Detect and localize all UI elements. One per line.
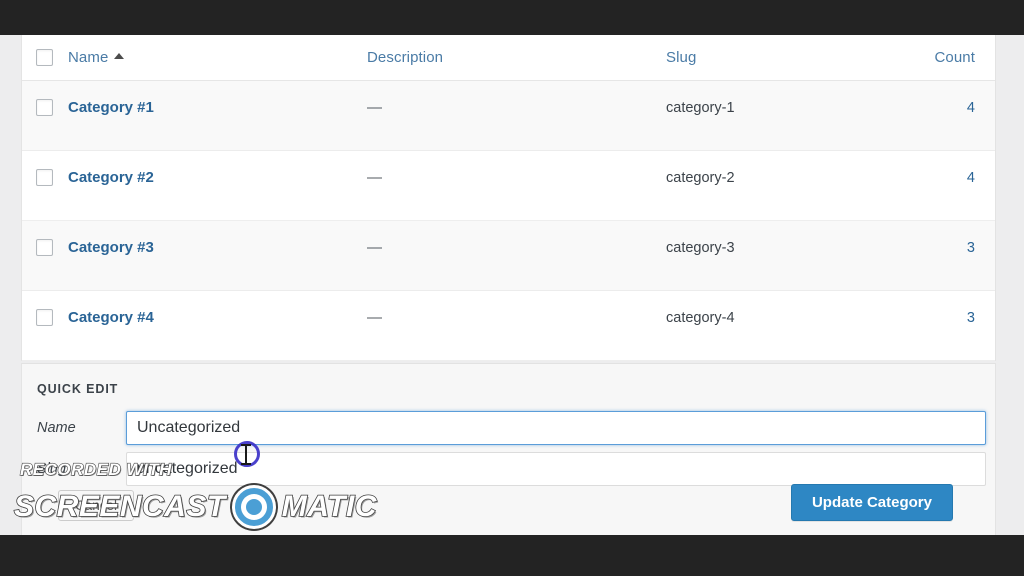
count-link[interactable]: 4 <box>967 100 975 116</box>
row-count-cell: 3 <box>906 309 997 327</box>
column-header-name-label: Name <box>68 48 109 66</box>
column-header-name[interactable]: Name <box>68 49 367 67</box>
row-checkbox[interactable] <box>36 309 53 326</box>
category-name-link[interactable]: Category #1 <box>68 99 154 116</box>
row-checkbox[interactable] <box>36 239 53 256</box>
count-link[interactable]: 4 <box>967 170 975 186</box>
select-all-cell <box>22 49 68 66</box>
quick-edit-slug-row: Slug <box>37 452 986 486</box>
quick-edit-slug-label: Slug <box>37 461 67 477</box>
row-select-cell <box>22 169 68 186</box>
category-name-link[interactable]: Category #4 <box>68 309 154 326</box>
slug-value: category-1 <box>666 100 735 116</box>
slug-value: category-3 <box>666 240 735 256</box>
description-value: — <box>367 309 382 326</box>
letterbox-bar-bottom <box>0 535 1024 576</box>
row-description-cell: — <box>367 309 666 327</box>
quick-edit-slug-input[interactable] <box>126 452 986 486</box>
screen-capture-frame: Name Description Slug Count Category #1 … <box>0 0 1024 576</box>
categories-table: Name Description Slug Count Category #1 … <box>21 35 996 361</box>
row-name-cell: Category #4 <box>68 309 367 327</box>
row-slug-cell: category-3 <box>666 239 906 257</box>
table-row: Category #3 — category-3 3 <box>22 221 995 291</box>
update-category-button[interactable]: Update Category <box>790 484 953 521</box>
description-value: — <box>367 239 382 256</box>
row-description-cell: — <box>367 99 666 117</box>
quick-edit-legend: QUICK EDIT <box>37 382 119 396</box>
column-header-description-label: Description <box>367 48 444 66</box>
letterbox-bar-top <box>0 0 1024 35</box>
row-select-cell <box>22 239 68 256</box>
wordpress-admin-page: Name Description Slug Count Category #1 … <box>0 35 1024 535</box>
row-count-cell: 4 <box>906 99 997 117</box>
column-header-slug[interactable]: Slug <box>666 49 906 67</box>
table-row: Category #2 — category-2 4 <box>22 151 995 221</box>
quick-edit-name-row: Name <box>37 411 986 445</box>
row-checkbox[interactable] <box>36 99 53 116</box>
quick-edit-panel: QUICK EDIT Name Slug Cancel Update Categ… <box>21 363 996 535</box>
cancel-button[interactable]: Cancel <box>58 490 135 521</box>
select-all-checkbox[interactable] <box>36 49 53 66</box>
row-name-cell: Category #3 <box>68 239 367 257</box>
slug-value: category-4 <box>666 310 735 326</box>
quick-edit-name-input[interactable] <box>126 411 986 445</box>
row-select-cell <box>22 309 68 326</box>
category-name-link[interactable]: Category #2 <box>68 169 154 186</box>
row-slug-cell: category-4 <box>666 309 906 327</box>
sort-asc-arrow-icon <box>114 53 125 59</box>
row-name-cell: Category #1 <box>68 99 367 117</box>
column-header-count-label: Count <box>934 48 975 66</box>
row-count-cell: 3 <box>906 239 997 257</box>
category-name-link[interactable]: Category #3 <box>68 239 154 256</box>
table-row: Category #4 — category-4 3 <box>22 291 995 361</box>
row-description-cell: — <box>367 169 666 187</box>
row-description-cell: — <box>367 239 666 257</box>
table-header-row: Name Description Slug Count <box>22 35 995 81</box>
description-value: — <box>367 99 382 116</box>
row-name-cell: Category #2 <box>68 169 367 187</box>
row-select-cell <box>22 99 68 116</box>
description-value: — <box>367 169 382 186</box>
column-header-count[interactable]: Count <box>906 49 997 67</box>
count-link[interactable]: 3 <box>967 310 975 326</box>
row-slug-cell: category-2 <box>666 169 906 187</box>
slug-value: category-2 <box>666 170 735 186</box>
quick-edit-name-label: Name <box>37 420 76 436</box>
row-slug-cell: category-1 <box>666 99 906 117</box>
count-link[interactable]: 3 <box>967 240 975 256</box>
row-count-cell: 4 <box>906 169 997 187</box>
column-header-description[interactable]: Description <box>367 49 666 67</box>
table-row: Category #1 — category-1 4 <box>22 81 995 151</box>
column-header-slug-label: Slug <box>666 48 697 66</box>
row-checkbox[interactable] <box>36 169 53 186</box>
